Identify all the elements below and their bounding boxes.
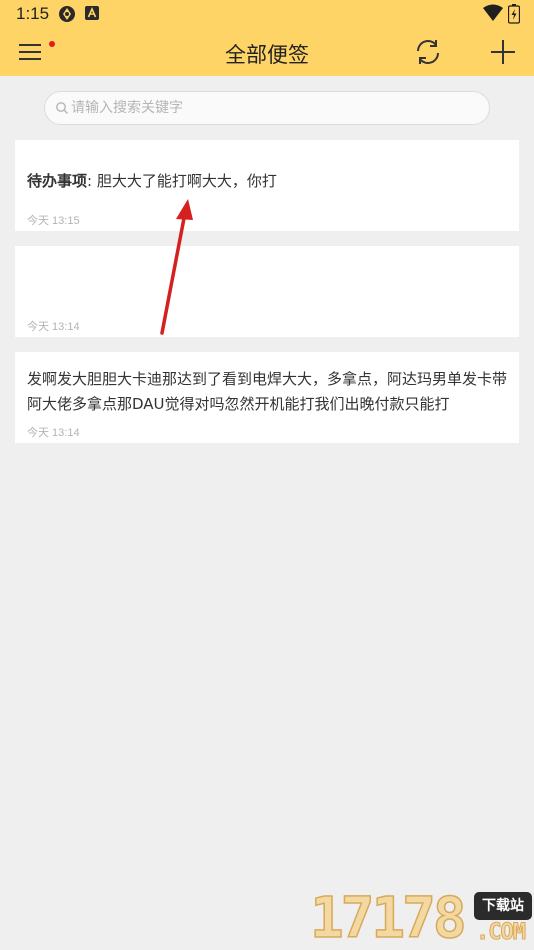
- note-body: : 胆大大了能打啊大大，你打: [87, 172, 277, 190]
- status-time: 1:15: [16, 4, 50, 23]
- note-timestamp: 今天 13:14: [27, 321, 80, 333]
- plus-icon: [491, 40, 515, 64]
- wifi-icon: [483, 4, 503, 26]
- add-note-button[interactable]: [487, 36, 519, 68]
- note-content: 待办事项: 胆大大了能打啊大大，你打: [27, 169, 507, 194]
- toolbar: 全部便签: [0, 28, 534, 76]
- status-bar: 1:15: [0, 0, 534, 28]
- watermark-logo: 17178 下载站 .COM: [309, 886, 534, 950]
- search-input[interactable]: [71, 92, 471, 124]
- battery-icon: [507, 4, 521, 28]
- note-body: 发啊发大胆胆大卡迪那达到了看到电焊大大，多拿点，阿达玛男单发卡带阿大佬多拿点那D…: [27, 370, 508, 413]
- watermark-domain: .COM: [476, 920, 527, 946]
- note-timestamp: 今天 13:14: [27, 427, 80, 439]
- note-card[interactable]: 今天 13:14: [15, 246, 519, 337]
- sync-button[interactable]: [412, 36, 444, 68]
- search-box[interactable]: [44, 91, 490, 125]
- note-content: 发啊发大胆胆大卡迪那达到了看到电焊大大，多拿点，阿达玛男单发卡带阿大佬多拿点那D…: [27, 367, 507, 417]
- note-timestamp: 今天 13:15: [27, 215, 80, 227]
- note-category: 待办事项: [27, 172, 88, 190]
- note-card[interactable]: 发啊发大胆胆大卡迪那达到了看到电焊大大，多拿点，阿达玛男单发卡带阿大佬多拿点那D…: [15, 352, 519, 443]
- app-notification-icon: [58, 5, 76, 27]
- page-title: 全部便签: [225, 43, 309, 67]
- watermark-digits: 17178: [309, 886, 467, 950]
- app-header: 1:15 全部便签: [0, 0, 534, 76]
- note-card[interactable]: 待办事项: 胆大大了能打啊大大，你打 今天 13:15: [15, 140, 519, 231]
- search-icon: [56, 102, 68, 114]
- keyboard-a-icon: [85, 5, 99, 24]
- watermark-badge: 下载站: [474, 892, 532, 920]
- sync-icon: [417, 40, 439, 64]
